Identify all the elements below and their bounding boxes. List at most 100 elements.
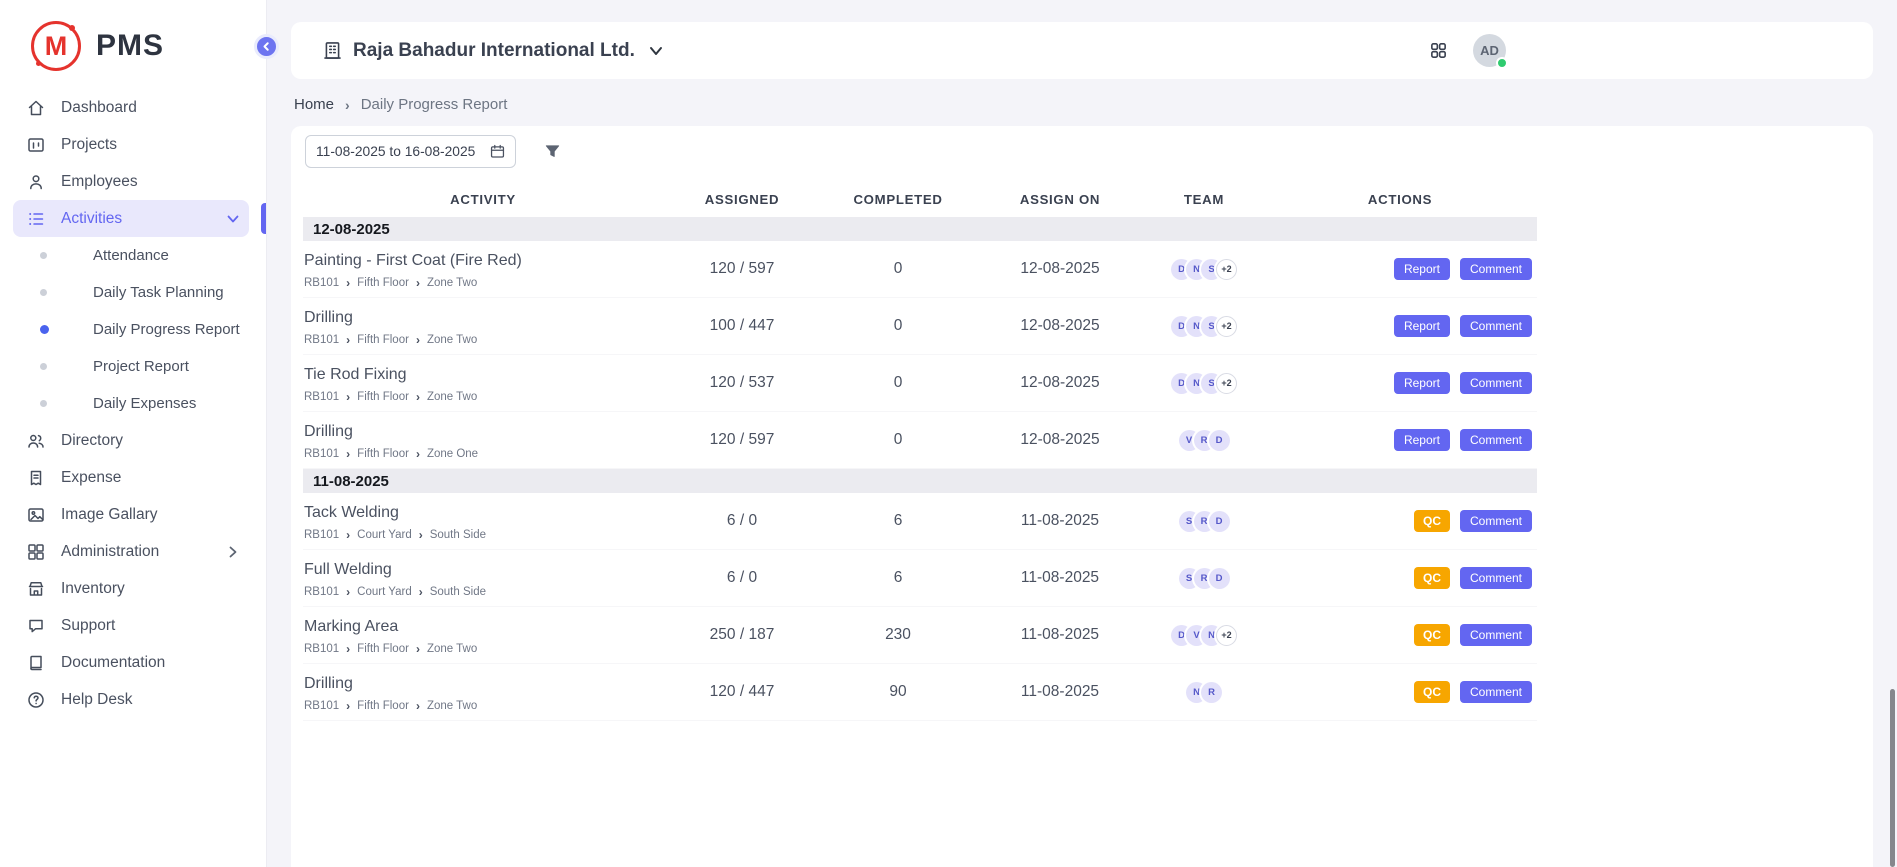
team-cell: DNS+2 — [1145, 373, 1263, 394]
sidebar-item-label: Documentation — [61, 654, 165, 672]
path-separator-icon: › — [346, 586, 350, 598]
team-cell: SRD — [1145, 511, 1263, 532]
sidebar-item-documentation[interactable]: Documentation — [13, 644, 249, 681]
chevron-right-icon — [225, 544, 241, 560]
activity-cell: Tack WeldingRB101›Court Yard›South Side — [303, 496, 663, 547]
sidebar-item-label: Help Desk — [61, 691, 133, 709]
report-button[interactable]: Report — [1394, 258, 1450, 280]
path-segment: Court Yard — [357, 586, 412, 598]
pms-logo-icon: M — [31, 21, 81, 71]
team-avatar[interactable]: D — [1209, 568, 1230, 589]
team-extra-badge[interactable]: +2 — [1216, 625, 1237, 646]
completed-cell: 90 — [821, 683, 975, 701]
sidebar-subitem-daily-progress-report[interactable]: Daily Progress Report — [13, 311, 249, 348]
logo-row: M PMS — [0, 0, 266, 85]
assign-on-cell: 12-08-2025 — [975, 317, 1145, 335]
team-extra-badge[interactable]: +2 — [1216, 316, 1237, 337]
breadcrumb-home[interactable]: Home — [294, 96, 334, 113]
path-segment: RB101 — [304, 334, 339, 346]
path-segment: Fifth Floor — [357, 391, 409, 403]
completed-cell: 0 — [821, 374, 975, 392]
sidebar-item-directory[interactable]: Directory — [13, 422, 249, 459]
sidebar-subitem-daily-expenses[interactable]: Daily Expenses — [13, 385, 249, 422]
directory-icon — [26, 431, 46, 451]
sidebar-item-label: Administration — [61, 543, 159, 561]
activity-path: RB101›Court Yard›South Side — [304, 529, 657, 541]
team-avatar[interactable]: D — [1209, 511, 1230, 532]
chevron-down-icon — [225, 211, 241, 227]
filter-row: 11-08-2025 to 16-08-2025 — [303, 135, 1861, 181]
column-header-completed: COMPLETED — [821, 192, 975, 207]
sidebar-item-support[interactable]: Support — [13, 607, 249, 644]
team-extra-badge[interactable]: +2 — [1216, 373, 1237, 394]
sidebar-item-inventory[interactable]: Inventory — [13, 570, 249, 607]
sidebar-item-image-gallary[interactable]: Image Gallary — [13, 496, 249, 533]
apps-grid-icon[interactable] — [1429, 41, 1448, 60]
chevron-left-icon — [260, 40, 273, 53]
path-separator-icon: › — [416, 448, 420, 460]
activity-cell: DrillingRB101›Fifth Floor›Zone Two — [303, 667, 663, 718]
activity-path: RB101›Court Yard›South Side — [304, 586, 657, 598]
bullet-dot-icon — [40, 289, 47, 296]
path-segment: Fifth Floor — [357, 448, 409, 460]
sidebar-item-projects[interactable]: Projects — [13, 126, 249, 163]
sidebar-item-dashboard[interactable]: Dashboard — [13, 89, 249, 126]
team-extra-badge[interactable]: +2 — [1216, 259, 1237, 280]
comment-button[interactable]: Comment — [1460, 372, 1532, 394]
team-cell: DNS+2 — [1145, 316, 1263, 337]
team-avatar[interactable]: R — [1201, 682, 1222, 703]
comment-button[interactable]: Comment — [1460, 258, 1532, 280]
sidebar-item-administration[interactable]: Administration — [13, 533, 249, 570]
filter-icon[interactable] — [543, 142, 562, 161]
sidebar-subitem-label: Daily Progress Report — [93, 321, 240, 338]
activity-path: RB101›Fifth Floor›Zone Two — [304, 334, 657, 346]
comment-button[interactable]: Comment — [1460, 429, 1532, 451]
comment-button[interactable]: Comment — [1460, 510, 1532, 532]
company-selector[interactable]: Raja Bahadur International Ltd. — [353, 40, 664, 62]
comment-button[interactable]: Comment — [1460, 624, 1532, 646]
table-row: Marking AreaRB101›Fifth Floor›Zone Two25… — [303, 607, 1537, 664]
qc-button[interactable]: QC — [1414, 510, 1450, 532]
qc-button[interactable]: QC — [1414, 567, 1450, 589]
activity-cell: DrillingRB101›Fifth Floor›Zone One — [303, 415, 663, 466]
sidebar-subitem-attendance[interactable]: Attendance — [13, 237, 249, 274]
comment-button[interactable]: Comment — [1460, 681, 1532, 703]
completed-cell: 0 — [821, 317, 975, 335]
sidebar-item-expense[interactable]: Expense — [13, 459, 249, 496]
progress-table: ACTIVITYASSIGNEDCOMPLETEDASSIGN ONTEAMAC… — [303, 181, 1537, 721]
company-name: Raja Bahadur International Ltd. — [353, 40, 635, 62]
sidebar-item-employees[interactable]: Employees — [13, 163, 249, 200]
user-avatar[interactable]: AD — [1473, 34, 1506, 67]
comment-button[interactable]: Comment — [1460, 567, 1532, 589]
path-segment: RB101 — [304, 586, 339, 598]
path-separator-icon: › — [346, 700, 350, 712]
sidebar-subitem-daily-task-planning[interactable]: Daily Task Planning — [13, 274, 249, 311]
team-avatar[interactable]: D — [1209, 430, 1230, 451]
sidebar-subitem-project-report[interactable]: Project Report — [13, 348, 249, 385]
actions-cell: Report Comment — [1263, 429, 1537, 451]
sidebar-item-activities[interactable]: Activities — [13, 200, 249, 237]
report-button[interactable]: Report — [1394, 372, 1450, 394]
actions-cell: QC Comment — [1263, 510, 1537, 532]
path-separator-icon: › — [346, 334, 350, 346]
documentation-icon — [26, 653, 46, 673]
activity-cell: Full WeldingRB101›Court Yard›South Side — [303, 553, 663, 604]
inventory-icon — [26, 579, 46, 599]
sidebar: M PMS DashboardProjectsEmployeesActiviti… — [0, 0, 267, 867]
date-range-input[interactable]: 11-08-2025 to 16-08-2025 — [305, 135, 516, 168]
sidebar-collapse-button[interactable] — [254, 34, 279, 59]
report-button[interactable]: Report — [1394, 429, 1450, 451]
path-segment: Zone Two — [427, 391, 477, 403]
scrollbar-thumb[interactable] — [1890, 689, 1895, 867]
app-root: M PMS DashboardProjectsEmployeesActiviti… — [0, 0, 1897, 867]
qc-button[interactable]: QC — [1414, 624, 1450, 646]
comment-button[interactable]: Comment — [1460, 315, 1532, 337]
sidebar-item-help-desk[interactable]: Help Desk — [13, 681, 249, 718]
qc-button[interactable]: QC — [1414, 681, 1450, 703]
report-button[interactable]: Report — [1394, 315, 1450, 337]
assign-on-cell: 11-08-2025 — [975, 569, 1145, 587]
path-segment: Zone Two — [427, 277, 477, 289]
assigned-cell: 6 / 0 — [663, 569, 821, 587]
assign-on-cell: 12-08-2025 — [975, 260, 1145, 278]
path-segment: RB101 — [304, 448, 339, 460]
